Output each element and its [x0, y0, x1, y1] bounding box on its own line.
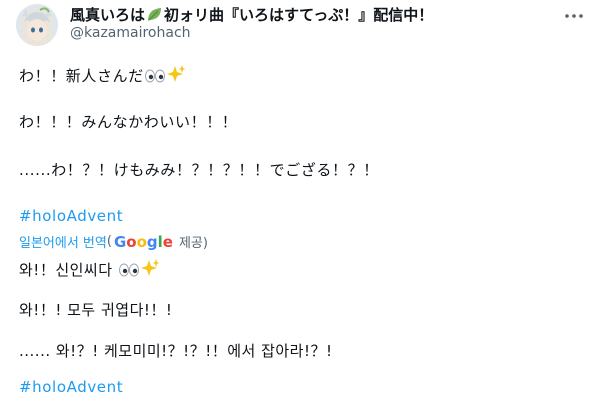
- translation-attribution: 일본어에서 번역 ( Google 제공): [19, 232, 208, 252]
- translated-line-3: ...... 와!？! 케모미미!？!？!！에서 잡아라!？!: [19, 342, 333, 360]
- tweet-line-1-text: わ！！新人さんだ: [19, 67, 144, 85]
- display-name[interactable]: 風真いろは 初ォリ曲『いろはすてっぷ！』配信中！: [70, 4, 433, 25]
- sparkles-emoji: [166, 64, 186, 88]
- user-handle[interactable]: @kazamairohach: [70, 25, 191, 41]
- more-options-icon: [565, 14, 583, 18]
- translated-line-1: 와!！신인씨다: [19, 258, 160, 282]
- translated-line-1-text: 와!！신인씨다: [19, 261, 113, 279]
- avatar-image: [16, 4, 58, 46]
- tweet-line-3: ......わ！？！けもみみ！？！？！！でござる！？！: [19, 161, 379, 179]
- sparkles-emoji-translated: [140, 258, 160, 282]
- google-logo-G: G: [113, 232, 127, 251]
- google-logo-o1: o: [126, 232, 137, 251]
- translated-hashtag-link[interactable]: #holoAdvent: [19, 378, 123, 396]
- provided-by-label: 제공): [178, 236, 208, 251]
- translated-line-2: 와!！! 모두 귀엽다!！!: [19, 301, 173, 319]
- google-logo-o2: o: [136, 232, 147, 251]
- translated-from-japanese-link[interactable]: 일본어에서 번역: [19, 232, 107, 251]
- google-logo-g: g: [146, 232, 158, 251]
- open-paren: (: [106, 234, 112, 249]
- display-name-part1: 風真いろは: [70, 6, 146, 24]
- google-logo: Google: [114, 233, 173, 251]
- tweet-line-1: わ！！新人さんだ: [19, 64, 186, 88]
- avatar[interactable]: [16, 4, 58, 46]
- tweet-line-2: わ！！！みんなかわいい！！！: [19, 113, 238, 131]
- leaf-icon: [146, 6, 163, 23]
- hashtag-link[interactable]: #holoAdvent: [19, 207, 123, 225]
- more-options-button[interactable]: [562, 4, 586, 28]
- display-name-part2: 初ォリ曲『いろはすてっぷ！』配信中！: [164, 6, 434, 24]
- eyes-emoji: [144, 68, 166, 88]
- eyes-emoji-translated: [118, 262, 140, 282]
- google-logo-e: e: [162, 232, 173, 251]
